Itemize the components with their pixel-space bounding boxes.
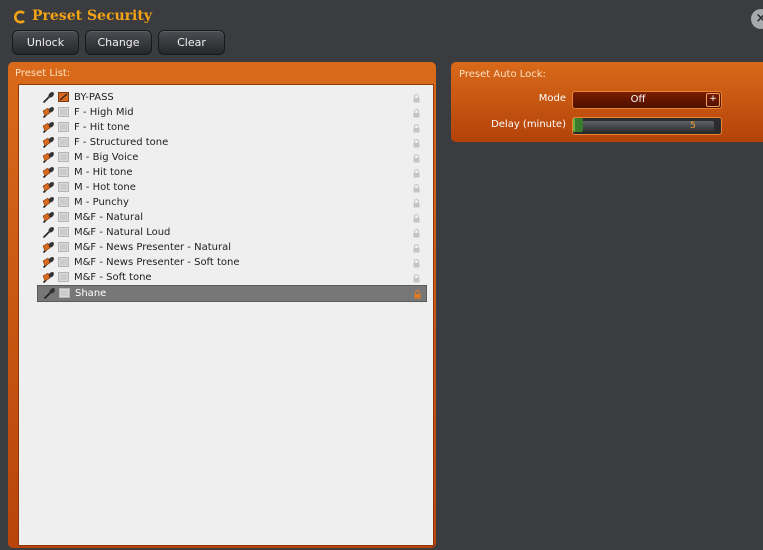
preset-label: M&F - Soft tone [74,272,152,283]
app-logo-icon [14,10,25,24]
bypass-badge-icon [58,92,69,102]
preset-badge-icon [58,197,69,207]
delay-slider-handle[interactable] [573,118,583,132]
preset-label: M - Hit tone [74,167,133,178]
preset-badge-icon [58,272,69,282]
preset-row[interactable]: M - Hot tone [37,180,425,195]
preset-row[interactable]: M&F - News Presenter - Soft tone [37,255,425,270]
preset-row[interactable]: F - Structured tone [37,135,425,150]
delay-slider[interactable]: 5 [572,117,722,135]
app-title: Preset Security [32,8,152,24]
preset-label: M - Punchy [74,197,129,208]
preset-row[interactable]: F - Hit tone [37,120,425,135]
preset-label: M - Big Voice [74,152,139,163]
preset-list[interactable]: BY-PASS F - High Mid F - Hit tone F - Struc… [18,84,434,546]
preset-badge-icon [58,122,69,132]
preset-badge-icon [58,242,69,252]
auto-lock-header: Preset Auto Lock: [459,69,546,80]
preset-badge-icon [58,137,69,147]
preset-label: Shane [75,288,107,299]
preset-row[interactable]: M&F - Soft tone [37,270,425,285]
close-button[interactable]: × [751,9,763,29]
preset-row[interactable]: M - Hit tone [37,165,425,180]
preset-badge-icon [59,288,70,298]
preset-label: M&F - Natural [74,212,144,223]
lock-icon[interactable] [414,289,421,302]
unlock-button[interactable]: Unlock [12,30,79,55]
preset-row[interactable]: M - Big Voice [37,150,425,165]
delay-label: Delay (minute) [491,119,566,130]
preset-label: M&F - Natural Loud [74,227,171,238]
preset-row[interactable]: M&F - Natural [37,210,425,225]
microphone-icon [43,287,57,303]
preset-badge-icon [58,182,69,192]
preset-label: BY-PASS [74,92,114,103]
preset-label: M&F - News Presenter - Natural [74,242,231,253]
preset-list-panel: Preset List: BY-PASS F - High Mid F - Hit … [8,62,436,548]
mode-label: Mode [538,93,566,104]
clear-button[interactable]: Clear [158,30,225,55]
title-bar: Preset Security × Unlock Change Clear [0,0,763,60]
preset-badge-icon [58,152,69,162]
preset-label: M - Hot tone [74,182,136,193]
preset-list-header: Preset List: [15,68,71,79]
mode-value: Off [630,94,646,105]
mode-select[interactable]: Off + [572,91,722,109]
preset-label: F - Hit tone [74,122,130,133]
preset-badge-icon [58,212,69,222]
preset-row[interactable]: BY-PASS [37,90,425,105]
auto-lock-panel: Preset Auto Lock: Mode Off + Delay (minu… [451,62,763,142]
preset-row-selected[interactable]: Shane [37,285,427,302]
preset-label: F - Structured tone [74,137,169,148]
mode-plus-button[interactable]: + [706,93,720,107]
preset-badge-icon [58,257,69,267]
preset-row[interactable]: M - Punchy [37,195,425,210]
preset-badge-icon [58,107,69,117]
preset-badge-icon [58,227,69,237]
delay-value: 5 [690,121,696,131]
preset-row[interactable]: M&F - News Presenter - Natural [37,240,425,255]
preset-row[interactable]: M&F - Natural Loud [37,225,425,240]
preset-label: M&F - News Presenter - Soft tone [74,257,240,268]
preset-row[interactable]: F - High Mid [37,105,425,120]
preset-badge-icon [58,167,69,177]
change-button[interactable]: Change [85,30,152,55]
preset-label: F - High Mid [74,107,134,118]
